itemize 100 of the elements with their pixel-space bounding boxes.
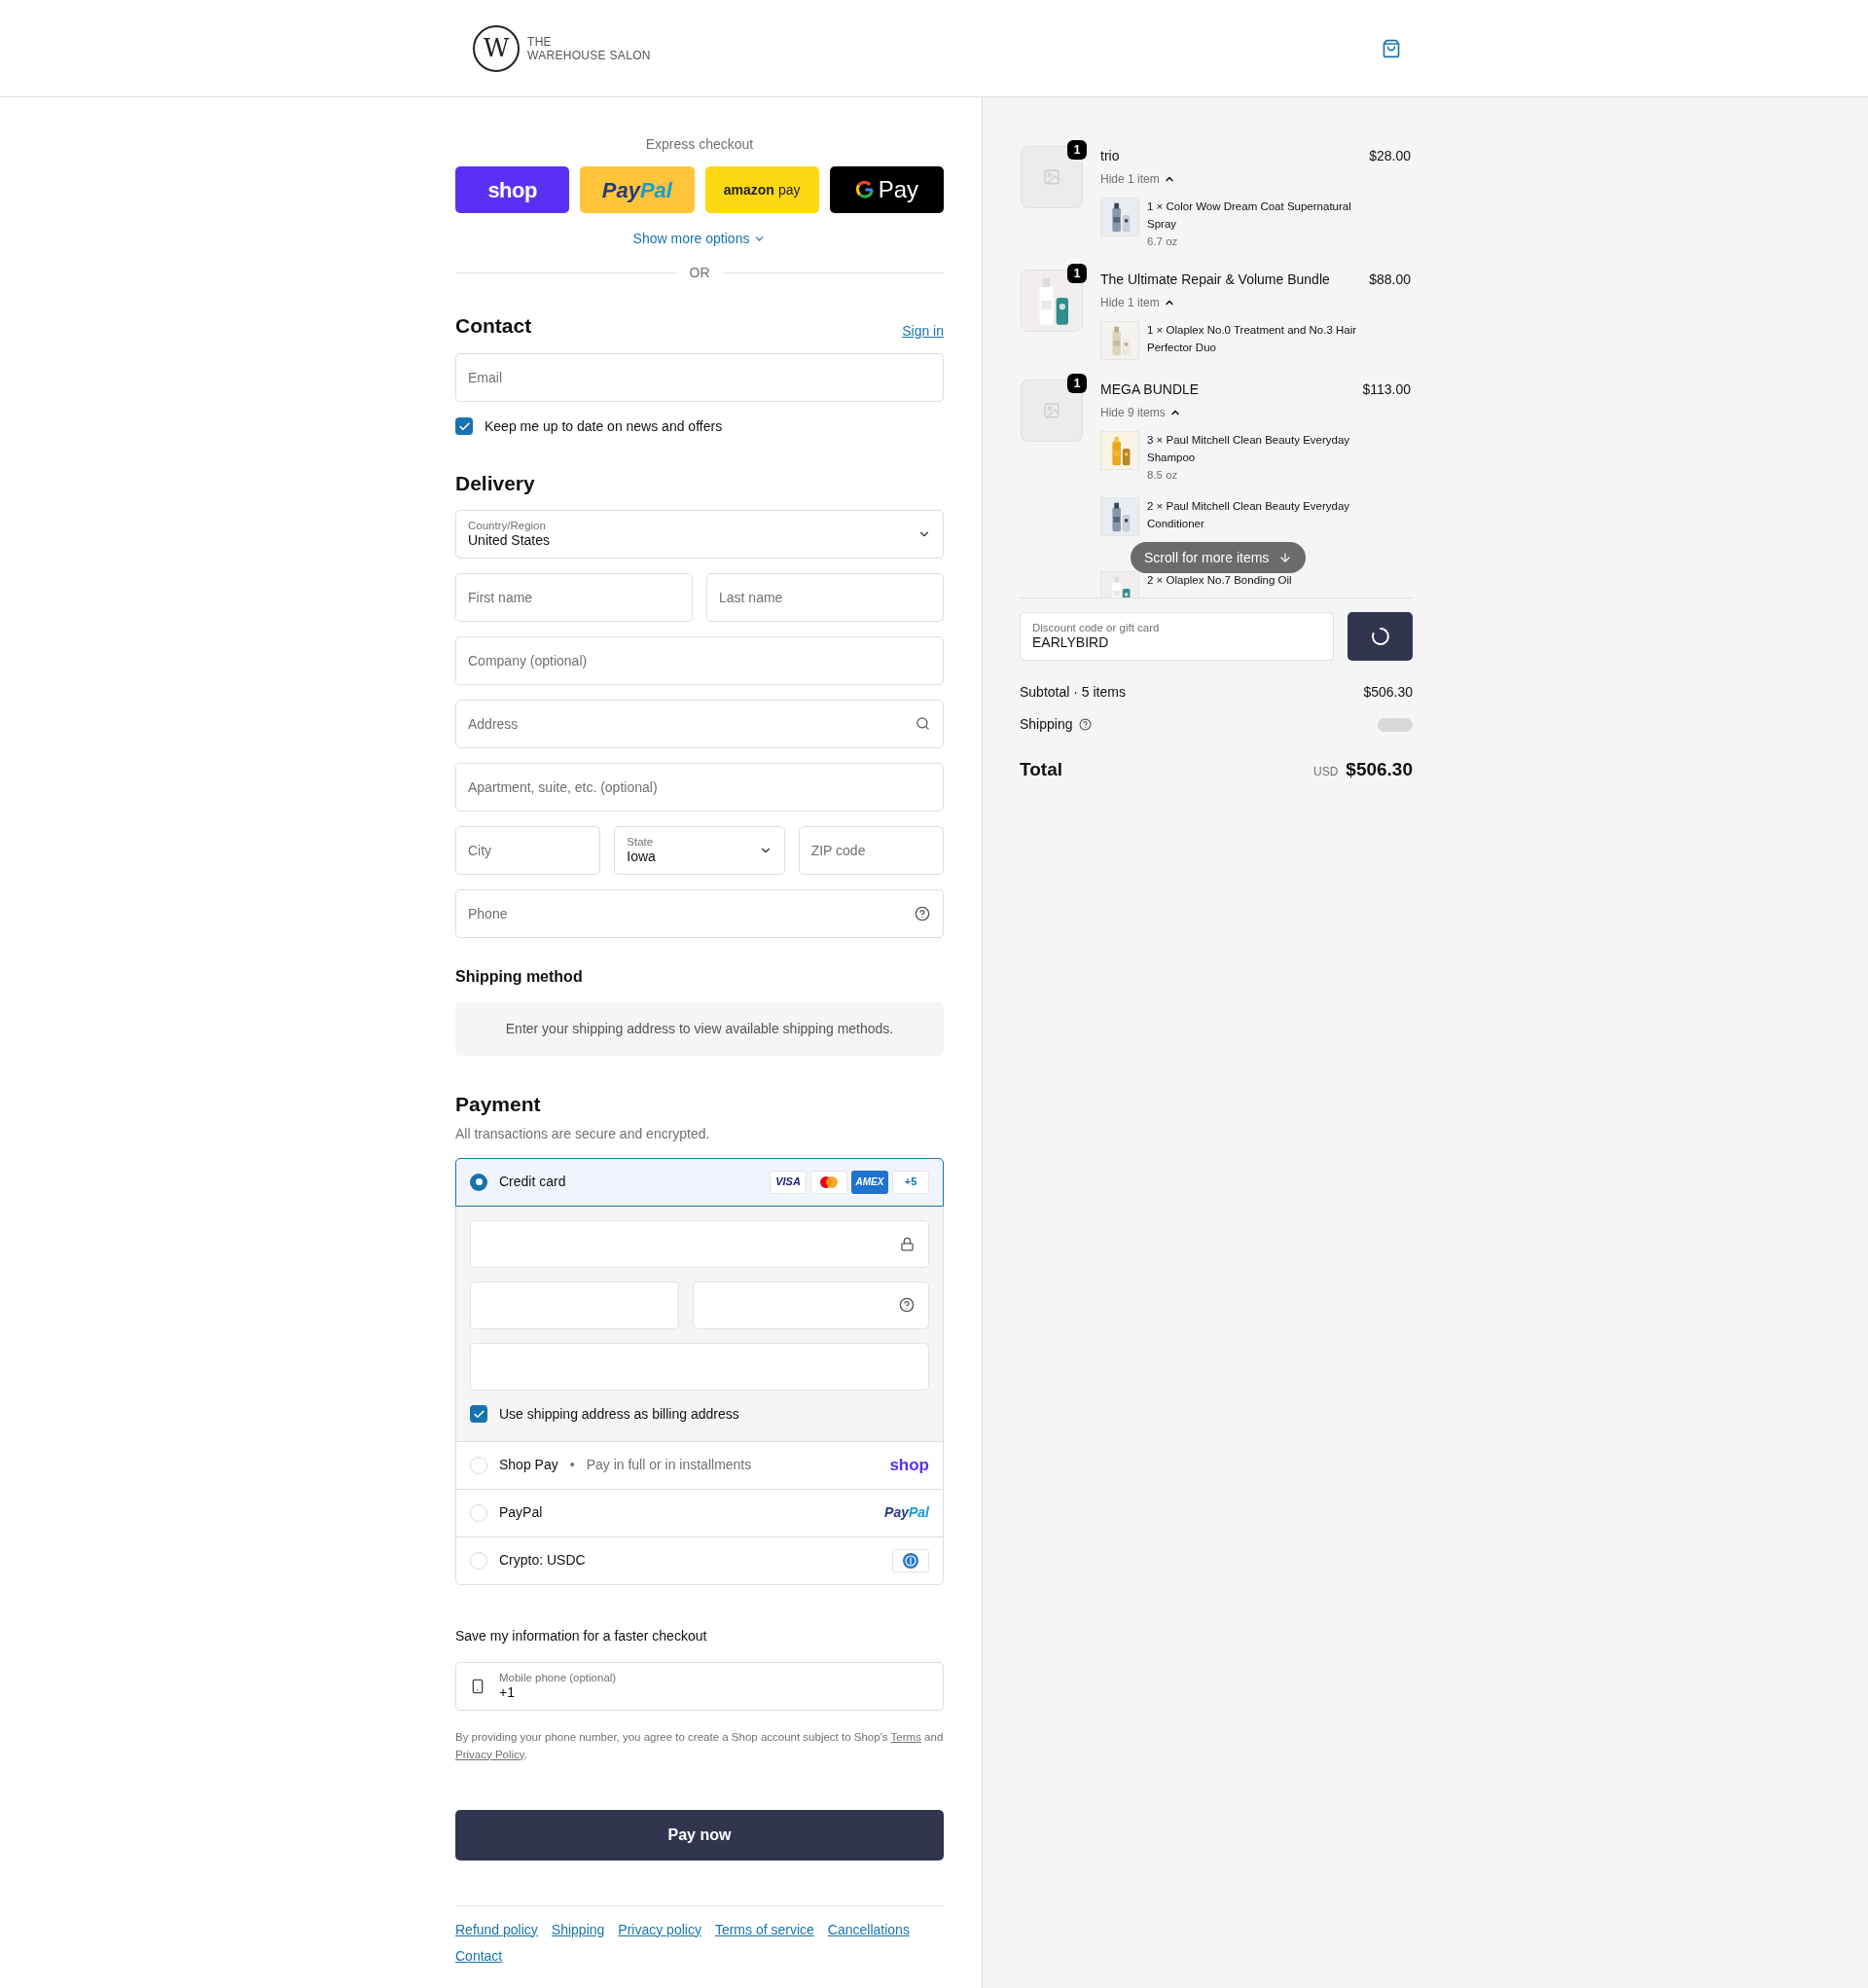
search-icon [916, 716, 930, 731]
name-on-card-field[interactable] [470, 1342, 929, 1391]
help-icon [899, 1297, 915, 1313]
shop-pay-button[interactable]: shop [455, 166, 570, 213]
sign-in-link[interactable]: Sign in [902, 320, 944, 342]
brand-name: WAREHOUSE SALON [527, 48, 651, 62]
radio-button[interactable] [470, 1551, 487, 1570]
scroll-hint-pill[interactable]: Scroll for more items [1131, 542, 1307, 573]
hide-items-toggle[interactable]: Hide 9 items [1100, 404, 1181, 421]
bundle-item-name: 3 × Paul Mitchell Clean Beauty Everyday Shampoo [1147, 433, 1351, 465]
image-placeholder-icon [1043, 402, 1060, 419]
section-heading: Delivery [455, 470, 536, 496]
checkbox[interactable] [470, 1405, 487, 1423]
total-value: $506.30 [1346, 758, 1413, 781]
divider-label: OR [689, 264, 710, 282]
radio-button[interactable] [470, 1503, 487, 1522]
lock-icon [900, 1236, 915, 1251]
section-heading: Contact [455, 313, 532, 339]
shipping-label: Shipping [1020, 715, 1073, 734]
discount-field[interactable]: Discount code or gift card EARLYBIRD [1020, 612, 1334, 661]
paypal-logo: PayPal [884, 1503, 929, 1522]
checkbox-label: Keep me up to date on news and offers [485, 416, 723, 436]
input-field[interactable]: Apartment, suite, etc. (optional) [455, 763, 944, 812]
checkbox[interactable] [455, 417, 473, 435]
section-label: Express checkout [644, 135, 755, 154]
payment-option[interactable]: Crypto: USDC [455, 1536, 944, 1585]
product-name: MEGA BUNDLE [1100, 380, 1200, 399]
input-field[interactable]: ZIP code [798, 826, 944, 875]
logo-mark: W [473, 24, 520, 72]
shop-pay-logo: shop [889, 1454, 929, 1476]
email-field[interactable]: Email [455, 352, 944, 402]
input-field[interactable]: First name [455, 573, 693, 622]
hide-items-toggle[interactable]: Hide 1 item [1100, 170, 1175, 188]
radio-button[interactable] [470, 1173, 487, 1191]
radio-button[interactable] [470, 1456, 487, 1474]
card-brand-logo [810, 1170, 847, 1194]
input-field[interactable]: Phone [455, 889, 944, 938]
total-label: Total [1020, 758, 1062, 781]
footer-link[interactable]: Refund policy [455, 1919, 538, 1940]
apply-button[interactable] [1347, 612, 1413, 661]
privacy-policy-link[interactable]: Privacy Policy [455, 1748, 524, 1760]
google-pay-button[interactable]: Pay [829, 166, 944, 213]
product-price: $88.00 [1369, 271, 1411, 289]
mobile-phone-field[interactable]: Mobile phone (optional) +1 [455, 1661, 944, 1711]
help-icon [915, 906, 930, 922]
security-code-field[interactable] [693, 1281, 929, 1329]
phone-icon [470, 1678, 485, 1694]
show-more-link[interactable]: Show more options [632, 229, 767, 249]
input-field[interactable]: Address [455, 700, 944, 748]
footer-link[interactable]: Cancellations [827, 1919, 910, 1940]
usdc-logo [892, 1548, 929, 1572]
quantity-badge: 1 [1067, 140, 1087, 160]
bundle-item-name: 1 × Olaplex No.0 Treatment and No.3 Hair Perfector Duo [1147, 323, 1358, 355]
shipping-notice: Enter your shipping address to view available shipping methods. [455, 1002, 944, 1056]
google-g-icon [854, 180, 875, 199]
payment-option[interactable]: Credit card VISA AMEX +5 [455, 1157, 944, 1207]
product-name: trio [1100, 147, 1120, 165]
section-heading: Shipping method [455, 967, 584, 987]
quantity-badge: 1 [1067, 374, 1087, 393]
bundle-item-variant: 6.7 oz [1147, 235, 1179, 249]
bundle-item-name: 2 × Olaplex No.7 Bonding Oil [1147, 573, 1293, 588]
checkbox-label: Use shipping address as billing address [499, 1404, 739, 1424]
footer-link[interactable]: Contact [455, 1945, 503, 1967]
input-field[interactable]: Company (optional) [455, 636, 944, 685]
section-heading: Payment [455, 1092, 542, 1117]
payment-option[interactable]: PayPal PayPal [455, 1488, 944, 1537]
card-number-field[interactable] [470, 1219, 929, 1268]
product-price: $28.00 [1369, 147, 1411, 165]
spinner-icon [1370, 627, 1390, 646]
subtotal-value: $506.30 [1363, 683, 1413, 702]
input-field[interactable]: City [455, 826, 601, 875]
payment-option[interactable]: Shop Pay • Pay in full or in installments shop [455, 1440, 944, 1490]
footer-link[interactable]: Shipping [551, 1919, 605, 1940]
footer-link[interactable]: Privacy policy [618, 1919, 701, 1940]
checkmark-icon [457, 419, 471, 433]
amazon-pay-button[interactable]: amazon pay [704, 166, 819, 213]
checkmark-icon [472, 1407, 485, 1421]
input-field[interactable]: Last name [706, 573, 944, 622]
select-field[interactable]: State Iowa [614, 826, 785, 875]
expiry-field[interactable] [470, 1281, 679, 1329]
brand-name: THE [527, 34, 553, 49]
terms-link[interactable]: Terms [890, 1730, 921, 1743]
select-field[interactable]: Country/Region United States [455, 510, 944, 559]
shopping-bag-icon[interactable] [1382, 38, 1401, 58]
section-subtitle: All transactions are secure and encrypted. [455, 1124, 711, 1143]
currency-code: USD [1312, 764, 1339, 780]
hide-items-toggle[interactable]: Hide 1 item [1100, 294, 1175, 311]
loading-placeholder [1378, 717, 1413, 732]
card-brand-logo: VISA [770, 1170, 807, 1194]
subtotal-label: Subtotal · 5 items [1020, 683, 1126, 702]
quantity-badge: 1 [1067, 264, 1087, 283]
card-brand-logo: AMEX [851, 1170, 888, 1194]
bundle-item-name: 2 × Paul Mitchell Clean Beauty Everyday Conditioner [1147, 499, 1351, 531]
bundle-item-variant: 8.5 oz [1147, 468, 1179, 483]
product-price: $113.00 [1362, 380, 1411, 399]
paypal-button[interactable]: PayPal [580, 166, 695, 213]
pay-now-button[interactable]: Pay now [455, 1809, 944, 1861]
section-heading: Save my information for a faster checkout [455, 1626, 708, 1645]
footer-link[interactable]: Terms of service [714, 1919, 814, 1940]
product-name: The Ultimate Repair & Volume Bundle [1100, 271, 1330, 289]
